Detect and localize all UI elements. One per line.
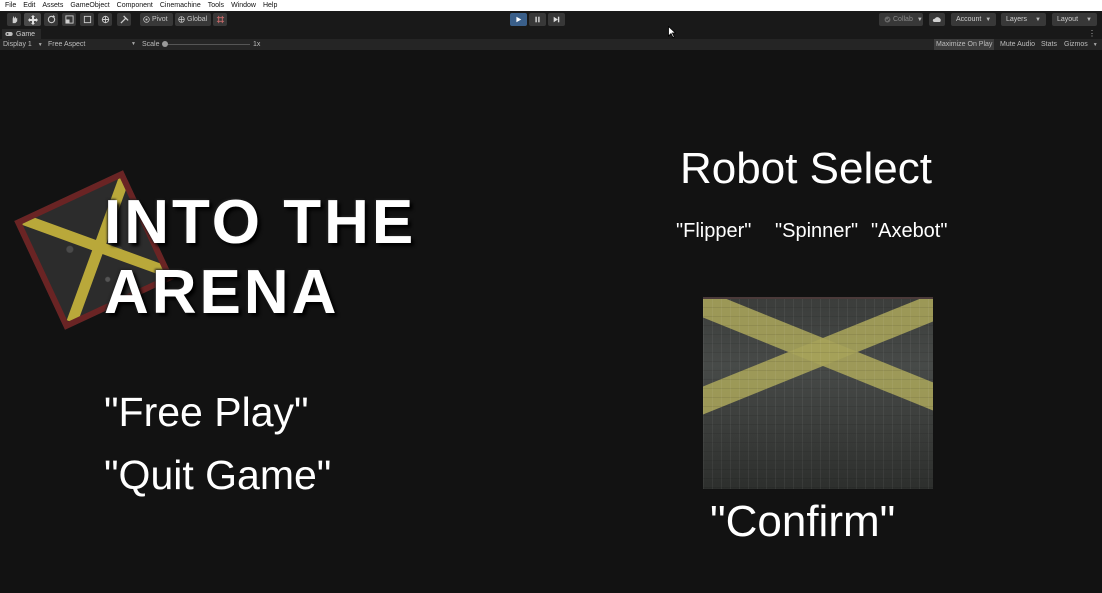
cloud-button[interactable] (929, 13, 945, 26)
gamepad-icon (5, 32, 13, 36)
scale-slider-handle[interactable] (162, 41, 168, 47)
pause-button[interactable] (529, 13, 546, 26)
transform-icon (101, 15, 109, 24)
display-label: Display 1 (3, 41, 32, 48)
tab-game[interactable]: Game (2, 29, 42, 39)
tab-bar: Game ⋮ (0, 28, 1102, 39)
wrench-icon (119, 15, 129, 24)
account-dropdown[interactable]: Account ▼ (951, 13, 996, 26)
aspect-label: Free Aspect (48, 41, 86, 48)
pivot-label: Pivot (152, 16, 168, 23)
game-title: INTO THE ARENA (104, 188, 416, 328)
play-icon (516, 16, 522, 23)
scale-label: Scale (142, 41, 160, 48)
menu-bar: File Edit Assets GameObject Component Ci… (0, 0, 1102, 11)
custom-tool-button[interactable] (117, 13, 131, 26)
layers-dropdown[interactable]: Layers ▼ (1001, 13, 1046, 26)
menu-file[interactable]: File (5, 0, 16, 11)
chevron-down-icon: ▼ (916, 16, 923, 23)
snap-toggle[interactable] (213, 13, 227, 26)
pivot-icon (143, 16, 150, 23)
hand-tool-button[interactable] (7, 13, 21, 26)
menu-component[interactable]: Component (117, 0, 153, 11)
rect-transform-icon (83, 15, 91, 24)
chevron-down-icon: ▼ (131, 41, 136, 47)
mute-audio-toggle[interactable]: Mute Audio (1000, 39, 1035, 50)
collab-label: Collab (893, 16, 913, 23)
menu-edit[interactable]: Edit (23, 0, 35, 11)
gizmos-label: Gizmos (1064, 41, 1088, 48)
scale-icon (64, 15, 74, 24)
menu-gameobject[interactable]: GameObject (70, 0, 109, 11)
menu-cinemachine[interactable]: Cinemachine (160, 0, 201, 11)
robot-select-title: Robot Select (680, 144, 932, 193)
global-toggle[interactable]: Global (175, 13, 211, 26)
play-button[interactable] (510, 13, 527, 26)
game-title-line1: INTO THE (104, 188, 417, 257)
robot-option-axebot[interactable]: "Axebot" (871, 220, 947, 243)
preview-texture (703, 299, 933, 489)
maximize-on-play-toggle[interactable]: Maximize On Play (934, 39, 995, 50)
free-play-button[interactable]: "Free Play" (104, 389, 309, 436)
chevron-down-icon: ▼ (37, 42, 43, 48)
cloud-icon (932, 17, 941, 22)
rect-tool-button[interactable] (80, 13, 94, 26)
account-label: Account (956, 16, 982, 23)
game-title-line2: ARENA (104, 258, 340, 327)
tab-game-label: Game (16, 30, 36, 38)
chevron-down-icon: ▼ (1035, 16, 1041, 23)
collab-dropdown[interactable]: Collab ▼ (879, 13, 923, 26)
chevron-down-icon: ▼ (1092, 42, 1098, 48)
layers-label: Layers (1006, 16, 1028, 23)
scale-value: 1x (253, 41, 261, 48)
step-button[interactable] (548, 13, 565, 26)
mouse-cursor-icon (668, 26, 676, 38)
robot-option-spinner[interactable]: "Spinner" (775, 220, 858, 243)
scale-slider-track[interactable] (165, 44, 250, 45)
chevron-down-icon: ▼ (985, 16, 992, 23)
stats-toggle[interactable]: Stats (1041, 39, 1057, 50)
hand-icon (12, 15, 17, 24)
aspect-dropdown[interactable]: Free Aspect ▼ (48, 39, 136, 50)
robot-preview-image (703, 297, 933, 489)
chevron-down-icon: ▼ (1086, 16, 1092, 23)
grid-snap-icon (216, 15, 224, 24)
menu-assets[interactable]: Assets (42, 0, 63, 11)
check-circle-icon (884, 16, 891, 23)
pause-icon (535, 16, 540, 23)
robot-option-flipper[interactable]: "Flipper" (676, 220, 751, 243)
transform-tool-button[interactable] (98, 13, 112, 26)
quit-game-button[interactable]: "Quit Game" (104, 452, 331, 499)
pivot-toggle[interactable]: Pivot (140, 13, 173, 26)
menu-tools[interactable]: Tools (208, 0, 224, 11)
layout-label: Layout (1057, 16, 1079, 23)
move-icon (27, 14, 38, 25)
more-options-icon[interactable]: ⋮ (1088, 28, 1096, 39)
menu-window[interactable]: Window (231, 0, 256, 11)
global-label: Global (187, 16, 208, 23)
scale-tool-button[interactable] (62, 13, 76, 26)
move-tool-button[interactable] (24, 13, 41, 26)
confirm-button[interactable]: "Confirm" (710, 497, 895, 547)
rotate-tool-button[interactable] (44, 13, 58, 26)
layout-dropdown[interactable]: Layout ▼ (1052, 13, 1097, 26)
menu-help[interactable]: Help (263, 0, 277, 11)
step-icon (553, 16, 560, 23)
globe-icon (178, 16, 185, 23)
main-toolbar: Pivot Global Collab ▼ Account ▼ Layers ▼… (0, 11, 1102, 28)
rotate-icon (47, 15, 55, 24)
